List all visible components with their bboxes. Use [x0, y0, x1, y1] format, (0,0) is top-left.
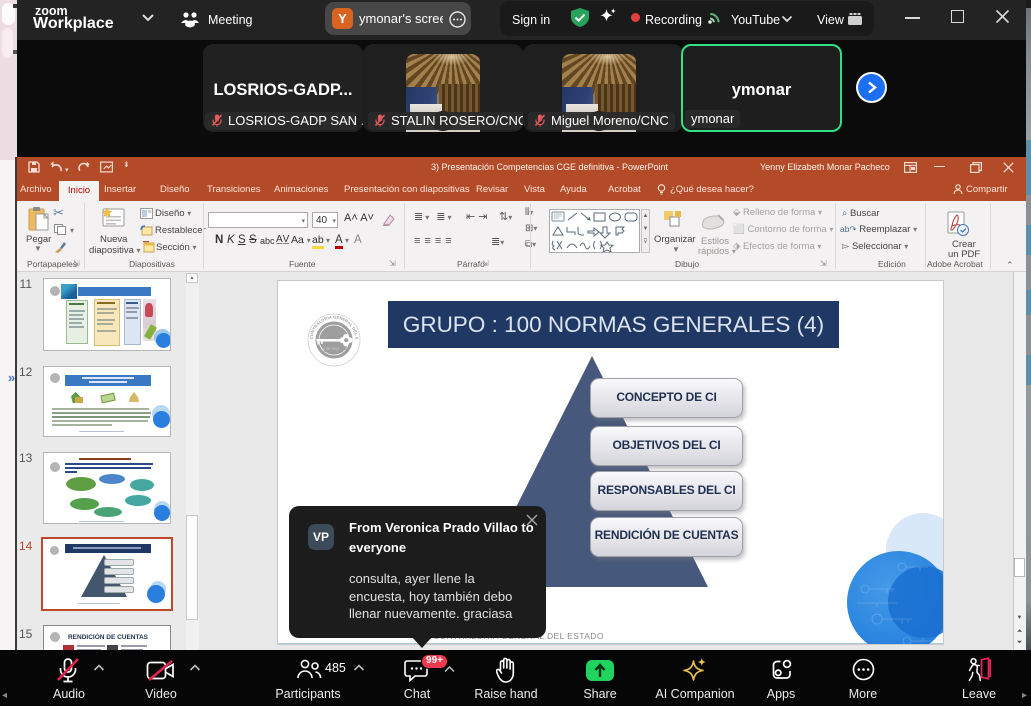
svg-text:04 DE 1927: 04 DE 1927: [321, 347, 340, 351]
